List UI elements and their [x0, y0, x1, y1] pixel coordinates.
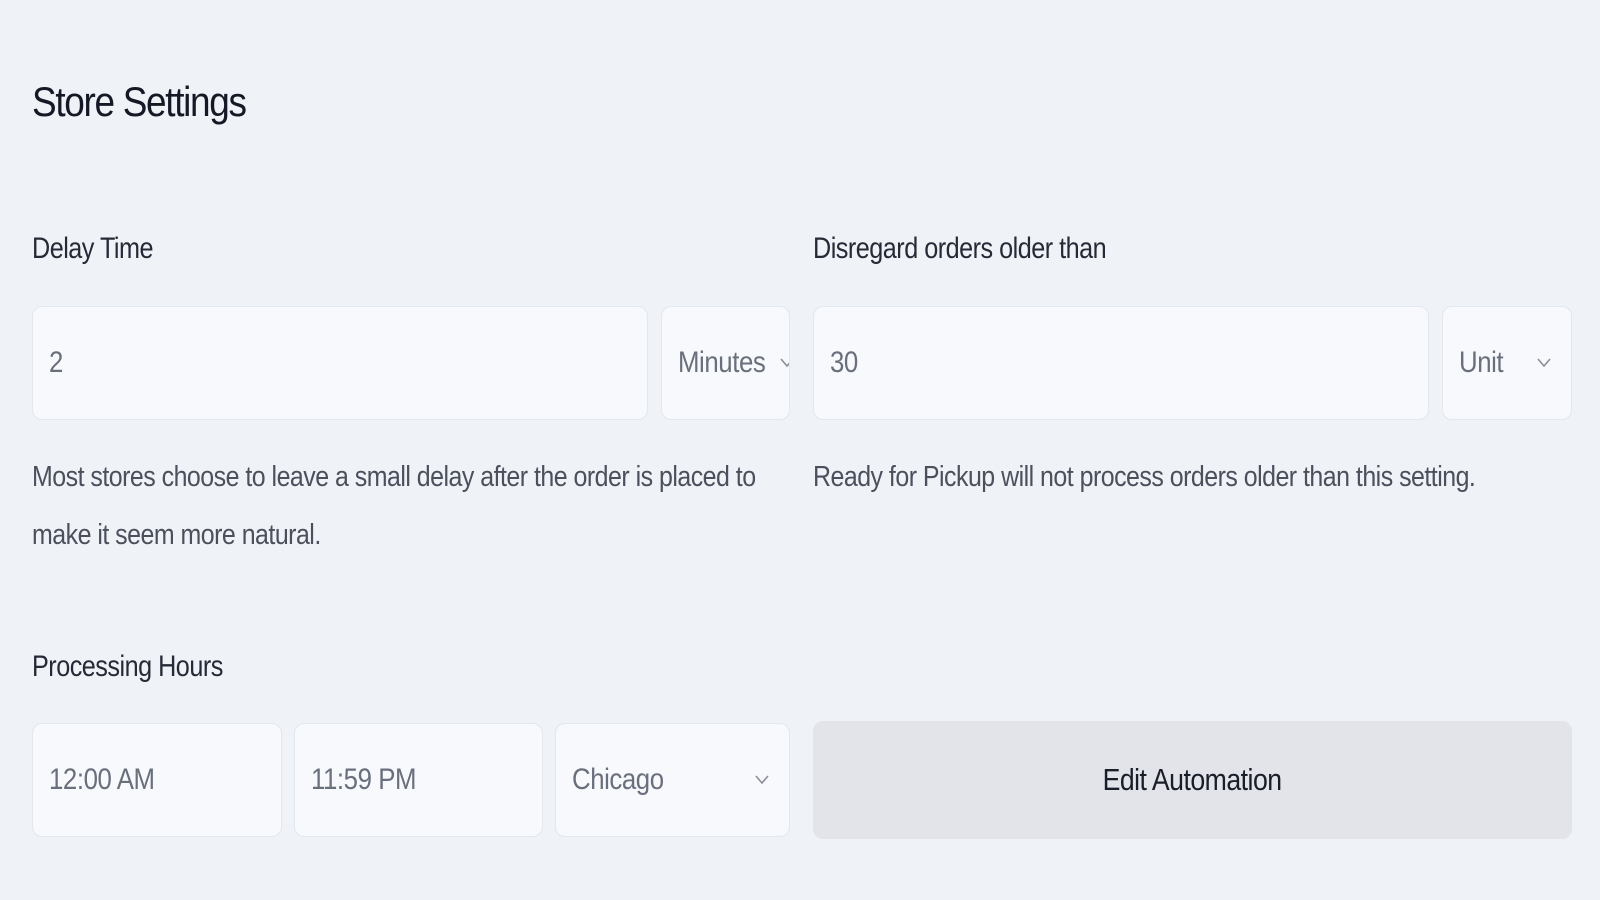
edit-automation-label: Edit Automation — [1102, 762, 1283, 797]
start-time-value: 12:00 AM — [49, 763, 155, 796]
timezone-value: Chicago — [572, 763, 664, 796]
delay-time-input[interactable]: 2 — [32, 306, 648, 420]
page-title: Store Settings — [32, 78, 247, 125]
start-time-input[interactable]: 12:00 AM — [32, 723, 282, 837]
delay-time-value: 2 — [49, 346, 63, 379]
delay-time-helper-text: Most stores choose to leave a small dela… — [32, 461, 756, 551]
disregard-orders-label: Disregard orders older than — [813, 232, 1107, 265]
delay-time-unit-select[interactable]: Minutes — [661, 306, 790, 420]
disregard-orders-value: 30 — [830, 346, 858, 379]
disregard-orders-input[interactable]: 30 — [813, 306, 1429, 420]
end-time-input[interactable]: 11:59 PM — [294, 723, 543, 837]
disregard-orders-unit-select[interactable]: Unit — [1442, 306, 1572, 420]
end-time-value: 11:59 PM — [311, 763, 417, 796]
disregard-orders-unit-value: Unit — [1459, 346, 1504, 379]
store-settings-page: Store Settings Delay Time 2 Minutes Most… — [0, 0, 1600, 900]
chevron-down-icon — [779, 354, 789, 372]
chevron-down-icon — [753, 771, 771, 789]
processing-hours-label: Processing Hours — [32, 650, 223, 683]
disregard-orders-helper-text: Ready for Pickup will not process orders… — [813, 461, 1476, 493]
chevron-down-icon — [1535, 354, 1553, 372]
delay-time-label: Delay Time — [32, 232, 154, 265]
edit-automation-button[interactable]: Edit Automation — [813, 721, 1572, 839]
delay-time-unit-value: Minutes — [678, 346, 766, 379]
timezone-select[interactable]: Chicago — [555, 723, 790, 837]
